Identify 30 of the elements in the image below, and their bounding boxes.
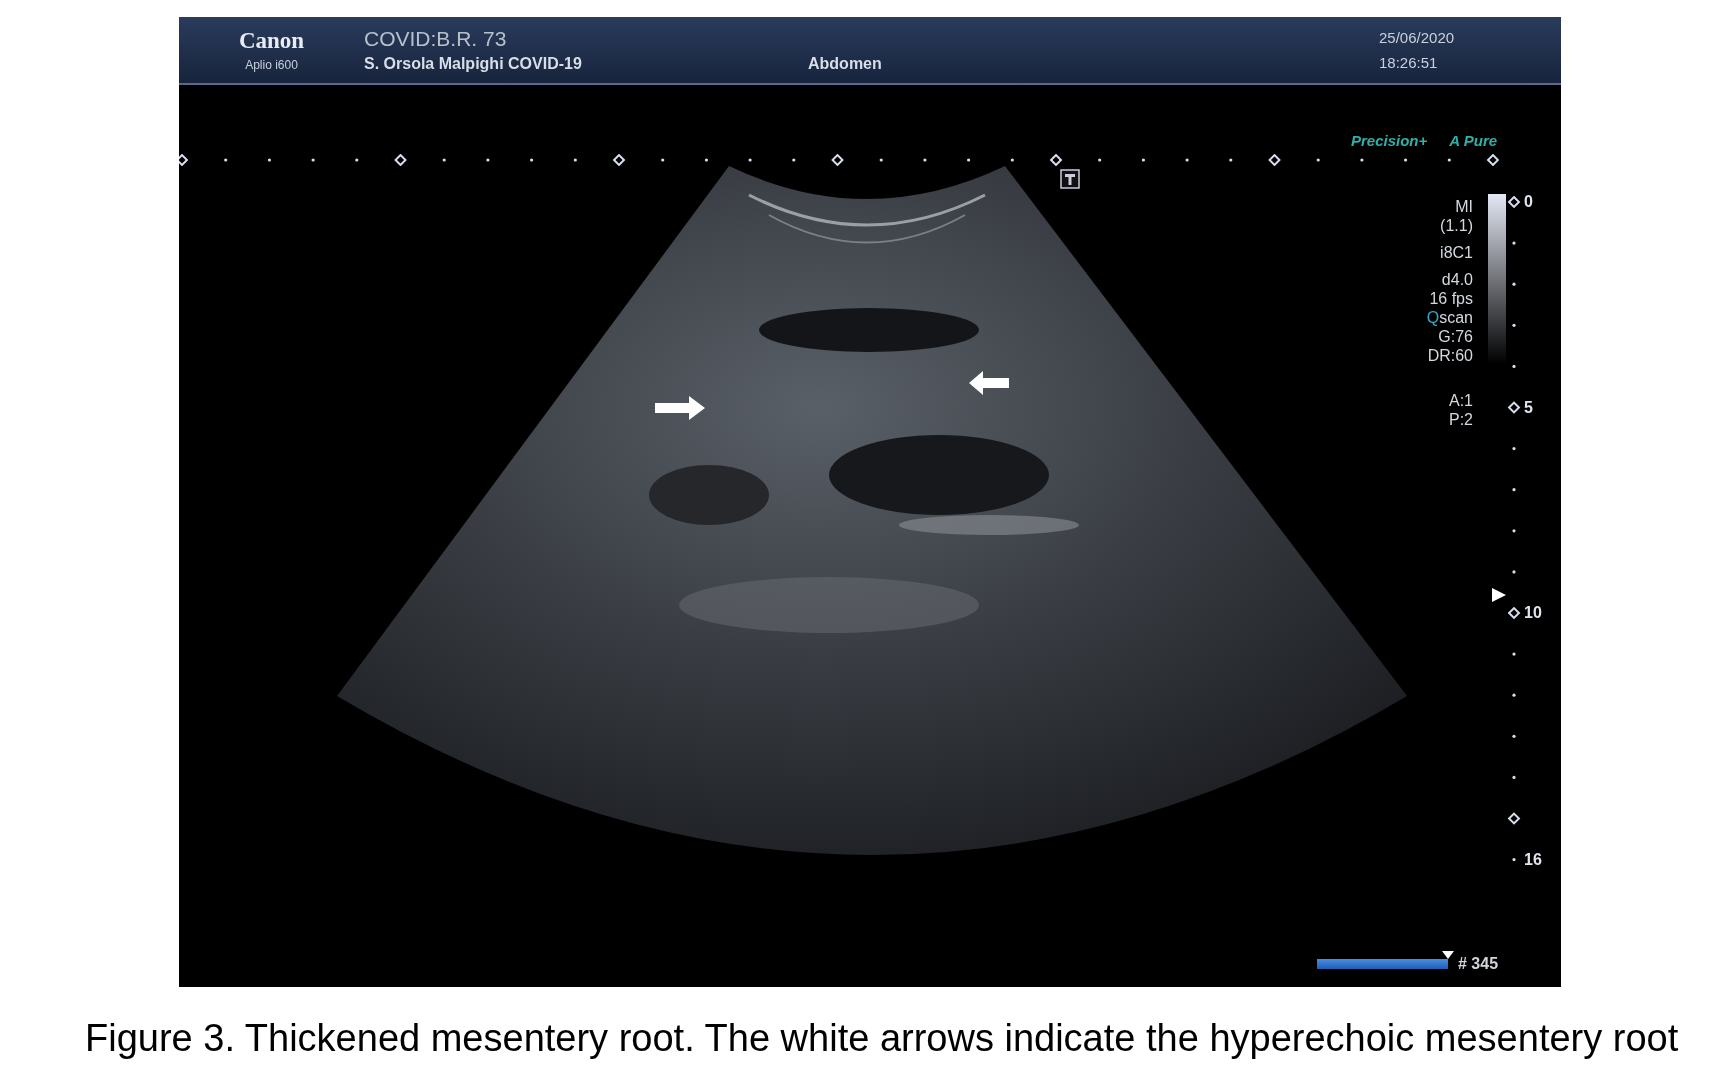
figure-caption: Figure 3. Thickened mesentery root. The white arrows indicate the hyperechoic mesentery root — [85, 1017, 1680, 1060]
depth-label: 16 — [1524, 853, 1542, 866]
parameter-label: DR:60 — [1427, 346, 1473, 365]
arrow-right-icon — [655, 396, 705, 420]
parameter-label: d4.0 — [1441, 270, 1473, 289]
mode-label: A Pure — [1449, 132, 1498, 149]
parameter-label: P:2 — [1449, 410, 1473, 429]
patient-id: COVID:B.R. 73 — [364, 27, 508, 51]
parameter-label: A:1 — [1449, 391, 1473, 410]
exam-type: Abdomen — [808, 55, 882, 73]
parameter-label: (1.1) — [1440, 216, 1473, 235]
parameter-label: G:76 — [1438, 327, 1473, 346]
exam-time: 18:26:51 — [1379, 54, 1439, 71]
depth-label: 10 — [1524, 607, 1542, 619]
transducer-marker-icon — [1060, 169, 1080, 189]
institution-name: S. Orsola Malpighi COVID-19 — [364, 55, 583, 73]
logo-text: Canon — [238, 28, 305, 54]
arrow-left-icon — [969, 371, 1009, 395]
parameter-label: MI — [1455, 197, 1473, 216]
parameter-label: Qscan — [1426, 308, 1473, 327]
exam-date: 25/06/2020 — [1379, 29, 1455, 46]
cine-marker-icon — [1442, 951, 1454, 959]
focus-marker-icon — [1492, 588, 1506, 602]
depth-label: 5 — [1524, 401, 1533, 414]
depth-label: 0 — [1524, 196, 1533, 208]
mode-label: Precision+ — [1351, 132, 1428, 149]
model-name: Aplio i600 — [245, 58, 298, 72]
parameter-label: 16 fps — [1429, 289, 1473, 308]
frame-number: # 345 — [1458, 955, 1499, 973]
parameter-label: i8C1 — [1440, 243, 1473, 262]
